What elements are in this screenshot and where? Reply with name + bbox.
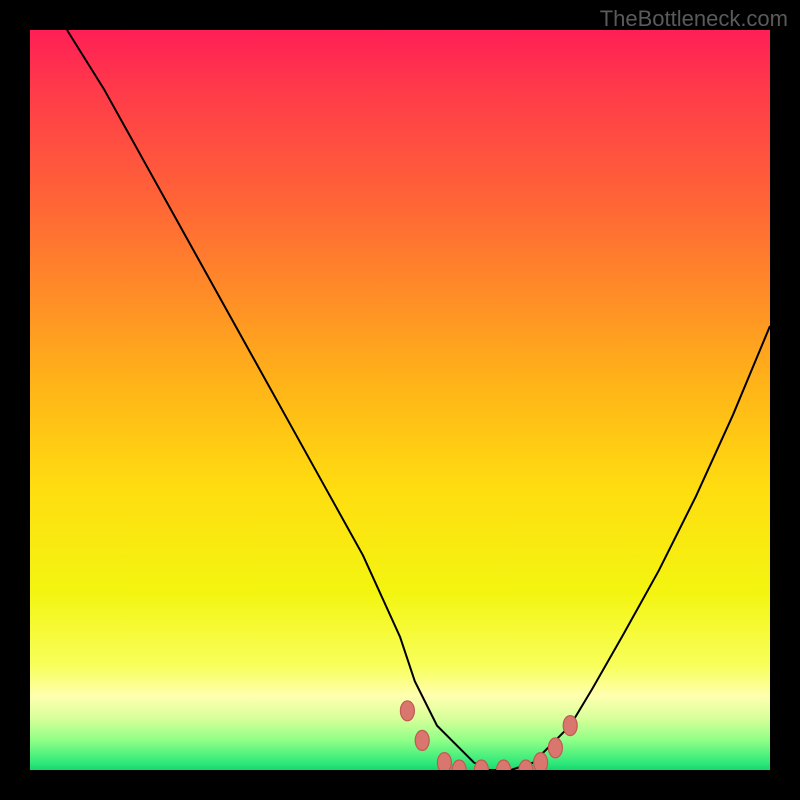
marker-dot	[400, 701, 414, 721]
marker-dot	[437, 753, 451, 770]
marker-dot	[534, 753, 548, 770]
marker-dot	[474, 760, 488, 770]
marker-dot	[563, 716, 577, 736]
marker-dot	[497, 760, 511, 770]
bottleneck-curve	[67, 30, 770, 770]
marker-dot	[548, 738, 562, 758]
marker-dot	[415, 730, 429, 750]
chart-container: TheBottleneck.com	[0, 0, 800, 800]
plot-area	[30, 30, 770, 770]
chart-svg	[30, 30, 770, 770]
marker-dot	[519, 760, 533, 770]
marker-dot	[452, 760, 466, 770]
watermark-text: TheBottleneck.com	[600, 6, 788, 32]
marker-group	[400, 701, 577, 770]
